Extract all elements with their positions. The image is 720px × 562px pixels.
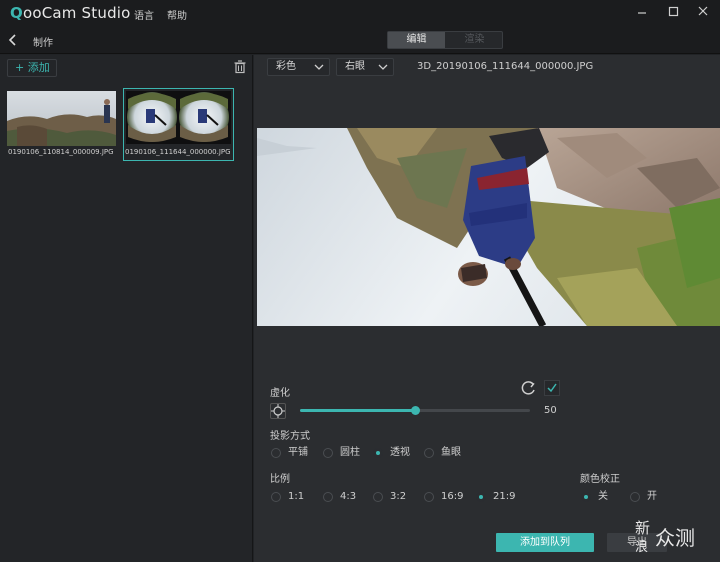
page-title: 制作 [33, 38, 53, 49]
projection-option[interactable]: 平铺 [271, 446, 308, 460]
blur-slider-fill [300, 409, 415, 412]
menu-help[interactable]: 帮助 [167, 7, 187, 22]
chevron-down-icon [377, 60, 389, 74]
tab-edit[interactable]: 编辑 [388, 32, 445, 48]
eye-select[interactable]: 右眼 [336, 58, 394, 76]
watermark-text: 众测 [655, 526, 695, 550]
projection-option[interactable]: 圆柱 [323, 446, 360, 460]
blur-label: 虚化 [270, 388, 290, 399]
color-correction-label: 颜色校正 [580, 474, 620, 485]
chevron-down-icon [313, 60, 325, 74]
blur-slider[interactable] [300, 406, 530, 415]
media-thumbnail-selected[interactable]: 0190106_111644_000000.JPG [123, 88, 234, 161]
projection-option[interactable]: 鱼眼 [424, 446, 461, 460]
ratio-option[interactable]: 4:3 [323, 490, 356, 504]
ratio-option[interactable]: 3:2 [373, 490, 406, 504]
ratio-label: 比例 [270, 474, 290, 485]
watermark-char-1: 新 [635, 519, 650, 537]
reset-icon[interactable] [521, 380, 537, 396]
watermark-char-2: 浪 [635, 540, 648, 555]
media-library: + 添加 0190106_110814_000009.JPG 0190106_1… [0, 55, 253, 562]
close-icon[interactable] [694, 4, 712, 20]
thumbnail-image [126, 91, 231, 144]
eye-value: 右眼 [345, 61, 365, 72]
color-correction-on[interactable]: 开 [630, 490, 657, 504]
thumbnail-filename: 0190106_110814_000009.JPG [8, 148, 114, 156]
mode-tabs: 编辑 渲染 [387, 31, 503, 49]
media-thumbnail[interactable]: 0190106_110814_000009.JPG [7, 90, 119, 160]
menu-language[interactable]: 语言 [134, 7, 154, 22]
preview-image[interactable] [257, 128, 720, 326]
thumbnail-image [7, 91, 116, 146]
editor-panel: 彩色 右眼 3D_20190106_111644_000000.JPG 虚化 5… [254, 55, 720, 562]
minimize-icon[interactable] [633, 4, 651, 20]
projection-option-selected[interactable]: 透视 [373, 446, 410, 460]
ratio-option[interactable]: 16:9 [424, 490, 463, 504]
current-filename: 3D_20190106_111644_000000.JPG [417, 61, 594, 72]
thumbnail-filename: 0190106_111644_000000.JPG [125, 148, 231, 156]
color-mode-value: 彩色 [276, 61, 296, 72]
app-logo: QooCam Studio [10, 4, 131, 22]
trash-icon[interactable] [233, 60, 247, 74]
projection-label: 投影方式 [270, 431, 310, 442]
target-icon[interactable] [270, 403, 286, 419]
add-to-queue-button[interactable]: 添加到队列 [496, 533, 594, 552]
ratio-option-selected[interactable]: 21:9 [476, 490, 515, 504]
toolbar: 制作 编辑 渲染 [0, 26, 720, 54]
ratio-option[interactable]: 1:1 [271, 490, 304, 504]
tab-render[interactable]: 渲染 [446, 32, 503, 48]
site-watermark: 新 浪 众测 [633, 515, 718, 555]
blur-value: 50 [544, 405, 557, 416]
maximize-icon[interactable] [664, 4, 682, 20]
color-correction-off[interactable]: 关 [581, 490, 608, 504]
back-arrow-icon[interactable] [6, 31, 20, 49]
color-mode-select[interactable]: 彩色 [267, 58, 330, 76]
blur-slider-knob[interactable] [411, 406, 420, 415]
title-bar: QooCam Studio 语言 帮助 [0, 0, 720, 26]
add-media-button[interactable]: + 添加 [7, 59, 57, 77]
confirm-check-icon[interactable] [544, 380, 560, 396]
